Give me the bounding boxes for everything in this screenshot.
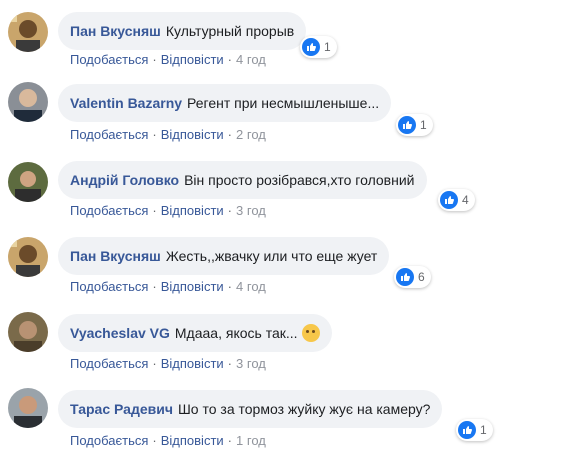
like-button[interactable]: Подобається <box>70 203 148 218</box>
comment-author[interactable]: Андрій Головко <box>70 172 179 188</box>
comment-actions: Подобається · Відповісти · 3 год <box>70 356 266 371</box>
reaction-count: 1 <box>324 40 331 54</box>
timestamp[interactable]: 3 год <box>236 203 266 218</box>
separator: · <box>152 356 157 371</box>
separator: · <box>227 52 233 67</box>
reply-button[interactable]: Відповісти <box>161 52 224 67</box>
timestamp[interactable]: 1 год <box>236 433 266 448</box>
like-button[interactable]: Подобається <box>70 52 148 67</box>
separator: · <box>227 279 233 294</box>
comment-bubble: Андрій Головко Він просто розібрався,хто… <box>58 161 427 199</box>
like-icon <box>458 421 476 439</box>
comment-actions: Подобається · Відповісти · 1 год <box>70 433 266 448</box>
reply-button[interactable]: Відповісти <box>161 433 224 448</box>
timestamp[interactable]: 4 год <box>236 52 266 67</box>
separator: · <box>152 203 157 218</box>
comment-text: Регент при несмышленыше... <box>187 95 380 111</box>
avatar[interactable] <box>8 82 48 122</box>
comment-actions: Подобається · Відповісти · 2 год <box>70 127 266 142</box>
reaction-summary[interactable]: 1 <box>396 114 433 136</box>
comment-bubble: Valentin Bazarny Регент при несмышленыше… <box>58 84 392 122</box>
like-button[interactable]: Подобається <box>70 279 148 294</box>
separator: · <box>227 356 233 371</box>
separator: · <box>227 433 233 448</box>
comment-text: Мдааа, якось так... <box>174 325 298 341</box>
separator: · <box>227 127 233 142</box>
like-icon <box>398 116 416 134</box>
avatar[interactable] <box>8 388 48 428</box>
separator: · <box>152 433 157 448</box>
comment-author[interactable]: Тарас Радевич <box>70 401 173 417</box>
comment-bubble: Пан Вкусняш Жесть,,жвачку или что еще жу… <box>58 237 390 275</box>
reply-button[interactable]: Відповісти <box>161 356 224 371</box>
reply-button[interactable]: Відповісти <box>161 203 224 218</box>
avatar[interactable] <box>8 12 48 52</box>
timestamp[interactable]: 2 год <box>236 127 266 142</box>
reply-button[interactable]: Відповісти <box>161 127 224 142</box>
avatar[interactable] <box>8 312 48 352</box>
separator: · <box>227 203 233 218</box>
reaction-count: 6 <box>418 270 425 284</box>
separator: · <box>152 279 157 294</box>
reaction-summary[interactable]: 1 <box>456 419 493 441</box>
comment-bubble: Пан Вкусняш Культурный прорыв <box>58 12 307 50</box>
timestamp[interactable]: 4 год <box>236 279 266 294</box>
thinking-face-icon <box>301 324 320 342</box>
like-icon <box>302 38 320 56</box>
reaction-summary[interactable]: 4 <box>438 189 475 211</box>
comment-actions: Подобається · Відповісти · 4 год <box>70 279 266 294</box>
reaction-summary[interactable]: 1 <box>300 36 337 58</box>
comment-text: Культурный прорыв <box>165 23 295 39</box>
comment-actions: Подобається · Відповісти · 4 год <box>70 52 266 67</box>
comment-text: Шо то за тормоз жуйку жує на камеру? <box>177 401 431 417</box>
reaction-count: 1 <box>420 118 427 132</box>
comment-bubble: Тарас Радевич Шо то за тормоз жуйку жує … <box>58 390 443 428</box>
like-icon <box>440 191 458 209</box>
reaction-count: 1 <box>480 423 487 437</box>
separator: · <box>152 52 157 67</box>
reaction-summary[interactable]: 6 <box>394 266 431 288</box>
separator: · <box>152 127 157 142</box>
comment-author[interactable]: Пан Вкусняш <box>70 248 161 264</box>
timestamp[interactable]: 3 год <box>236 356 266 371</box>
comment-author[interactable]: Vyacheslav VG <box>70 325 170 341</box>
reaction-count: 4 <box>462 193 469 207</box>
comment-author[interactable]: Valentin Bazarny <box>70 95 182 111</box>
comment-text: Жесть,,жвачку или что еще жует <box>165 248 378 264</box>
like-button[interactable]: Подобається <box>70 356 148 371</box>
comment-text: Він просто розібрався,хто головний <box>184 172 415 188</box>
avatar[interactable] <box>8 162 48 202</box>
comment-bubble: Vyacheslav VG Мдааа, якось так... <box>58 314 332 352</box>
comment-actions: Подобається · Відповісти · 3 год <box>70 203 266 218</box>
like-button[interactable]: Подобається <box>70 127 148 142</box>
like-button[interactable]: Подобається <box>70 433 148 448</box>
avatar[interactable] <box>8 237 48 277</box>
reply-button[interactable]: Відповісти <box>161 279 224 294</box>
comment-author[interactable]: Пан Вкусняш <box>70 23 161 39</box>
like-icon <box>396 268 414 286</box>
